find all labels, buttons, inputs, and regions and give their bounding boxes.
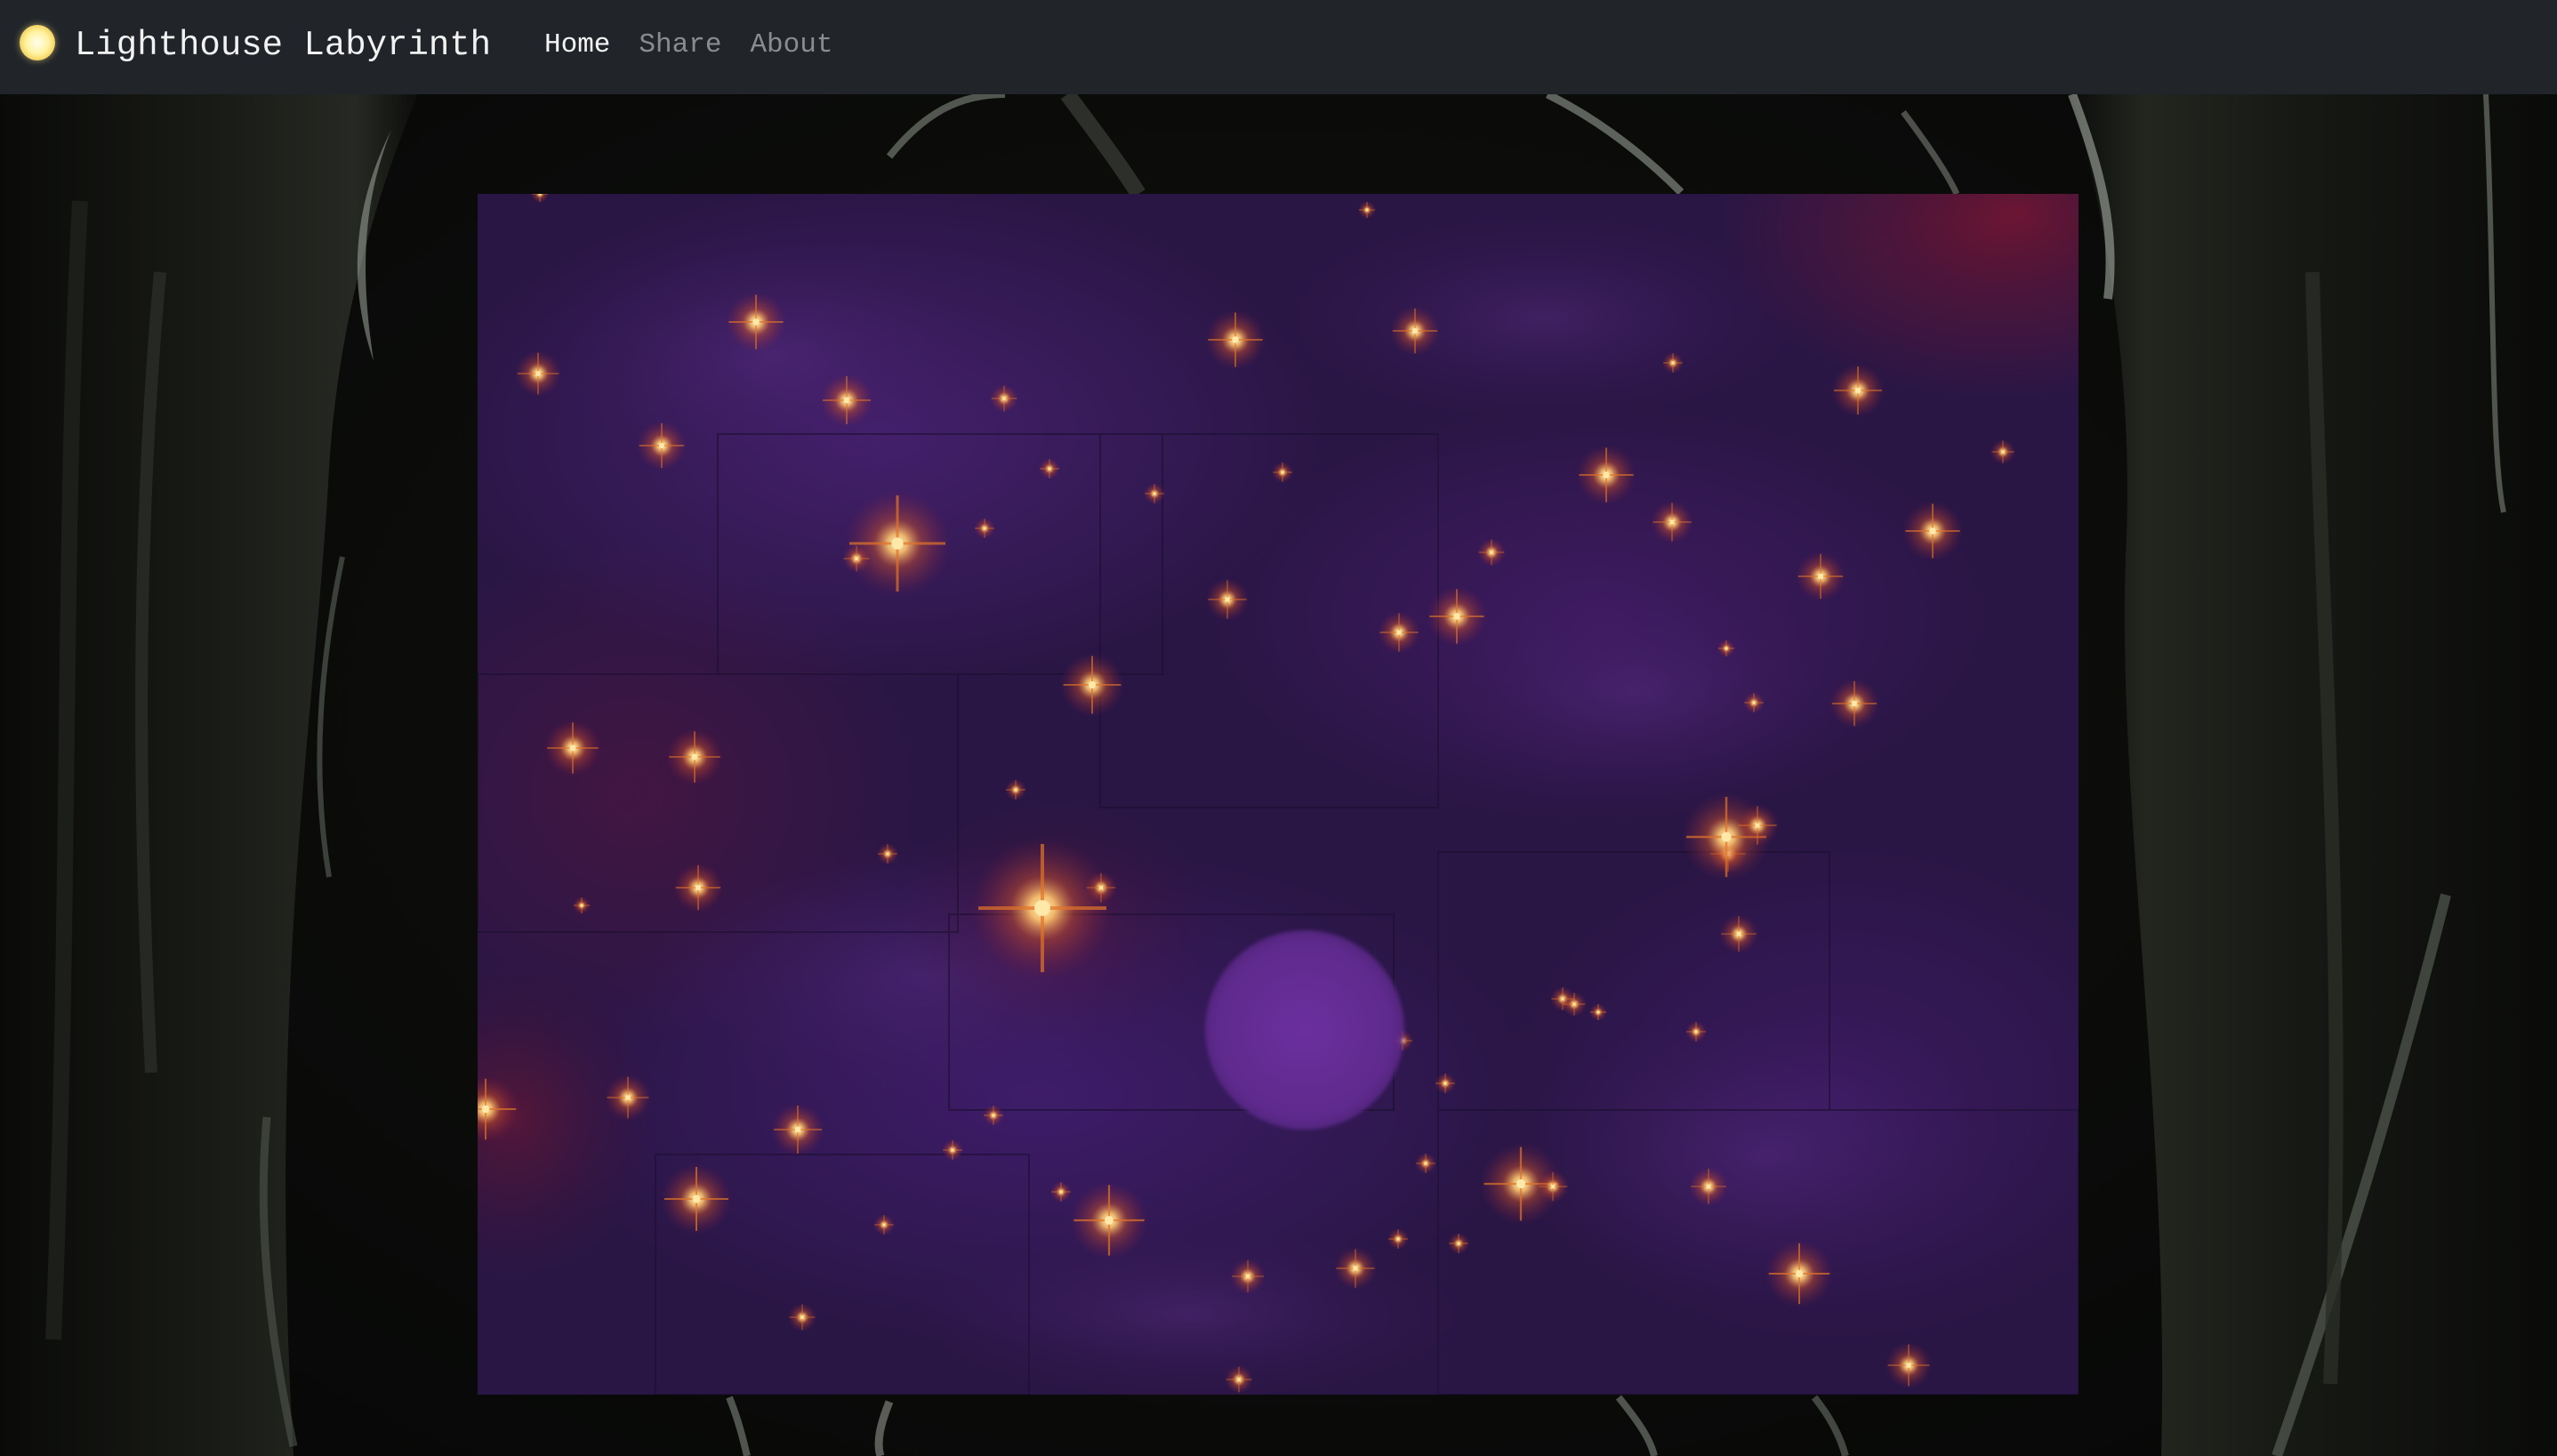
star-16 (844, 490, 951, 597)
star-29 (666, 728, 723, 785)
star-25 (1060, 653, 1124, 717)
star-44 (605, 1074, 651, 1121)
star-54 (1689, 1167, 1728, 1206)
nav-link-home[interactable]: Home (544, 27, 610, 64)
star-13 (1576, 445, 1636, 505)
star-6 (1390, 306, 1440, 356)
star-14 (1651, 501, 1693, 543)
star-23 (1427, 586, 1487, 647)
star-8 (1831, 364, 1885, 417)
star-39 (1085, 872, 1117, 904)
star-59 (1050, 1181, 1072, 1203)
star-22 (1378, 611, 1420, 654)
star-21 (1796, 551, 1845, 601)
game-canvas[interactable] (478, 194, 2079, 1395)
star-50 (942, 1139, 963, 1161)
star-11 (1144, 483, 1165, 504)
star-45 (983, 1105, 1004, 1126)
starfield-maze (478, 194, 2079, 1395)
star-53 (1537, 1170, 1569, 1203)
star-1 (726, 292, 786, 352)
star-56 (1448, 1233, 1469, 1254)
star-36 (573, 897, 591, 914)
star-12 (1272, 462, 1293, 483)
star-47 (1435, 1073, 1456, 1094)
star-51 (1415, 1153, 1436, 1174)
star-33 (1736, 804, 1779, 847)
star-62 (1334, 1247, 1377, 1290)
star-15 (1902, 501, 1963, 561)
navbar: Lighthouse Labyrinth Home Share About (0, 0, 2557, 94)
star-3 (820, 374, 873, 427)
nav-links: Home Share About (544, 27, 832, 64)
star-70 (1358, 201, 1376, 219)
star-17 (842, 544, 871, 573)
player-orb[interactable] (1205, 930, 1404, 1130)
star-42 (1685, 1021, 1707, 1042)
star-18 (974, 518, 995, 539)
star-63 (1765, 1240, 1833, 1307)
star-35 (673, 863, 723, 913)
star-48 (1562, 992, 1587, 1017)
star-4 (990, 384, 1018, 413)
brand-title[interactable]: Lighthouse Labyrinth (75, 25, 491, 66)
star-58 (1070, 1181, 1148, 1259)
nav-link-share[interactable]: Share (639, 27, 721, 64)
star-66 (1225, 1365, 1253, 1394)
star-26 (1743, 692, 1765, 713)
star-69 (531, 194, 549, 203)
star-61 (1230, 1259, 1266, 1294)
star-24 (1717, 640, 1735, 657)
star-5 (1205, 310, 1266, 370)
star-49 (771, 1103, 824, 1156)
star-28 (544, 720, 601, 776)
star-7 (1662, 352, 1684, 374)
star-68 (1990, 439, 2015, 464)
star-34 (877, 843, 898, 865)
star-27 (1829, 679, 1879, 728)
star-19 (1477, 538, 1506, 567)
star-65 (1886, 1342, 1932, 1388)
star-20 (1206, 578, 1249, 621)
star-2 (515, 350, 561, 397)
star-57 (1387, 1228, 1409, 1250)
star-38 (971, 837, 1114, 979)
star-30 (1005, 779, 1026, 800)
star-40 (1719, 914, 1758, 953)
star-9 (637, 421, 687, 471)
nav-link-about[interactable]: About (750, 27, 832, 64)
star-64 (788, 1303, 816, 1331)
glowing-orb-icon[interactable] (20, 25, 55, 60)
star-10 (1039, 458, 1060, 479)
star-71 (1589, 1003, 1607, 1021)
star-55 (661, 1163, 732, 1235)
star-60 (873, 1214, 895, 1235)
